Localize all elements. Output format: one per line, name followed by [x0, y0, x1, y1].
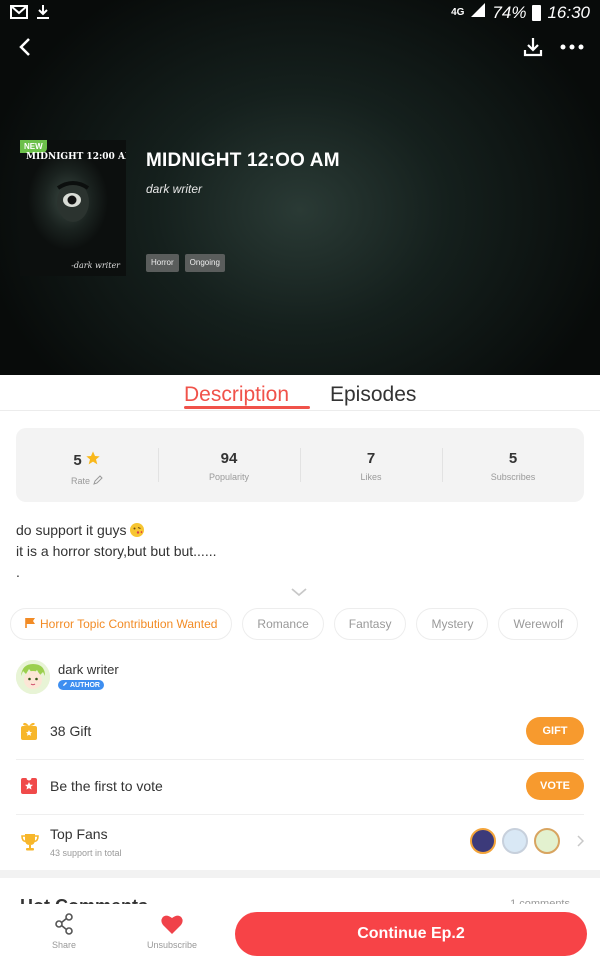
- pen-icon: [62, 681, 68, 689]
- vote-button[interactable]: VOTE: [526, 772, 584, 800]
- author-badge-label: AUTHOR: [70, 681, 100, 689]
- topic-romance[interactable]: Romance: [242, 608, 324, 640]
- section-divider: [0, 870, 600, 878]
- rate-value: 5: [73, 451, 82, 469]
- clock: 16:30: [547, 2, 590, 22]
- cover-author: -dark writer: [71, 261, 120, 270]
- active-tab-indicator: [184, 406, 310, 409]
- top-fans-label: Top Fans: [50, 826, 108, 842]
- network-type: 4G: [451, 6, 465, 18]
- chevron-right-icon: [576, 834, 585, 852]
- unsubscribe-label: Unsubscribe: [146, 940, 198, 950]
- stat-likes: 7 Likes: [300, 428, 442, 502]
- status-bar: 4G 74% 16:30: [0, 0, 600, 28]
- mail-icon: [10, 5, 28, 24]
- gift-count: 38 Gift: [50, 723, 92, 739]
- popularity-label: Popularity: [208, 472, 250, 482]
- download-notification-icon: [36, 4, 50, 25]
- book-cover: NEW MIDNIGHT 12:00 AM -dark writer: [20, 140, 126, 276]
- likes-value: 7: [366, 450, 376, 467]
- top-fans-row[interactable]: Top Fans 43 support in total: [16, 816, 585, 870]
- bottom-action-bar: Share Unsubscribe Continue Ep.2: [0, 904, 600, 960]
- share-icon: [44, 912, 84, 936]
- tab-episodes[interactable]: Episodes: [330, 383, 416, 407]
- topic-contribution-chip[interactable]: Horror Topic Contribution Wanted: [10, 608, 233, 640]
- vote-ticket-icon: [20, 775, 38, 801]
- fan-avatar: [534, 828, 560, 854]
- stats-panel: 5 Rate 94 Popularity 7 Likes 5 Subscribe…: [16, 428, 584, 502]
- description-line-1: do support it guys: [16, 522, 127, 538]
- heart-icon: [140, 912, 204, 936]
- popularity-value: 94: [220, 450, 238, 467]
- continue-reading-button[interactable]: Continue Ep.2: [235, 912, 587, 956]
- expand-chevron-icon[interactable]: [290, 584, 308, 602]
- tag-ongoing: Ongoing: [184, 254, 225, 272]
- description-line-2: it is a horror story,but but but......: [16, 543, 217, 559]
- kiss-emoji-icon: [130, 523, 145, 537]
- star-icon: [85, 450, 101, 470]
- share-button[interactable]: Share: [44, 912, 84, 950]
- rate-label: Rate: [70, 476, 90, 486]
- topic-chips: Horror Topic Contribution Wanted Romance…: [10, 608, 600, 640]
- book-header: 4G 74% 16:30 NEW MIDNIGHT 12:00 AM -dark…: [0, 0, 600, 375]
- fan-avatars: [470, 828, 560, 854]
- download-icon[interactable]: [520, 34, 546, 60]
- hot-comments-title: Hot Comments: [20, 896, 148, 904]
- author-name[interactable]: dark writer: [58, 662, 119, 677]
- book-tags: Horror Ongoing: [146, 254, 225, 272]
- book-author[interactable]: dark writer: [146, 182, 202, 196]
- stat-subscribes: 5 Subscribes: [442, 428, 584, 502]
- book-title: MIDNIGHT 12:OO AM: [146, 150, 340, 171]
- vote-row: Be the first to vote VOTE: [16, 761, 584, 815]
- tab-bar: Description Episodes: [0, 375, 600, 411]
- vote-label: Be the first to vote: [50, 778, 163, 794]
- topic-contribution-label: Horror Topic Contribution Wanted: [40, 617, 218, 631]
- eye-illustration: [54, 180, 92, 229]
- topic-werewolf[interactable]: Werewolf: [498, 608, 579, 640]
- gift-icon: [20, 721, 38, 746]
- description-line-3: .: [16, 564, 20, 580]
- edit-icon: [93, 475, 103, 487]
- share-label: Share: [51, 940, 77, 950]
- fan-avatar: [502, 828, 528, 854]
- stat-rate[interactable]: 5 Rate: [16, 428, 158, 502]
- tab-description[interactable]: Description: [184, 383, 289, 407]
- signal-icon: [470, 2, 486, 23]
- back-icon[interactable]: [12, 34, 38, 60]
- author-avatar[interactable]: [16, 660, 50, 694]
- top-nav: [0, 30, 600, 66]
- top-fans-support: 43 support in total: [50, 848, 122, 858]
- subscribes-value: 5: [508, 450, 518, 467]
- stat-popularity: 94 Popularity: [158, 428, 300, 502]
- description-text: do support it guys it is a horror story,…: [16, 520, 217, 583]
- author-badge: AUTHOR: [58, 680, 104, 690]
- unsubscribe-button[interactable]: Unsubscribe: [140, 912, 204, 950]
- likes-label: Likes: [360, 472, 382, 482]
- battery-icon: [532, 4, 542, 21]
- subscribes-label: Subscribes: [490, 472, 536, 482]
- gift-button[interactable]: GIFT: [526, 717, 584, 745]
- tag-horror[interactable]: Horror: [146, 254, 179, 272]
- gift-row: 38 Gift GIFT: [16, 706, 584, 760]
- topic-fantasy[interactable]: Fantasy: [333, 608, 407, 640]
- flag-icon: [25, 617, 36, 632]
- cover-title: MIDNIGHT 12:00 AM: [26, 152, 126, 162]
- more-icon[interactable]: [558, 34, 586, 60]
- author-row[interactable]: dark writer AUTHOR: [16, 658, 584, 698]
- fan-avatar: [470, 828, 496, 854]
- trophy-icon: [20, 832, 40, 857]
- topic-mystery[interactable]: Mystery: [416, 608, 489, 640]
- battery-level: 74%: [492, 2, 527, 22]
